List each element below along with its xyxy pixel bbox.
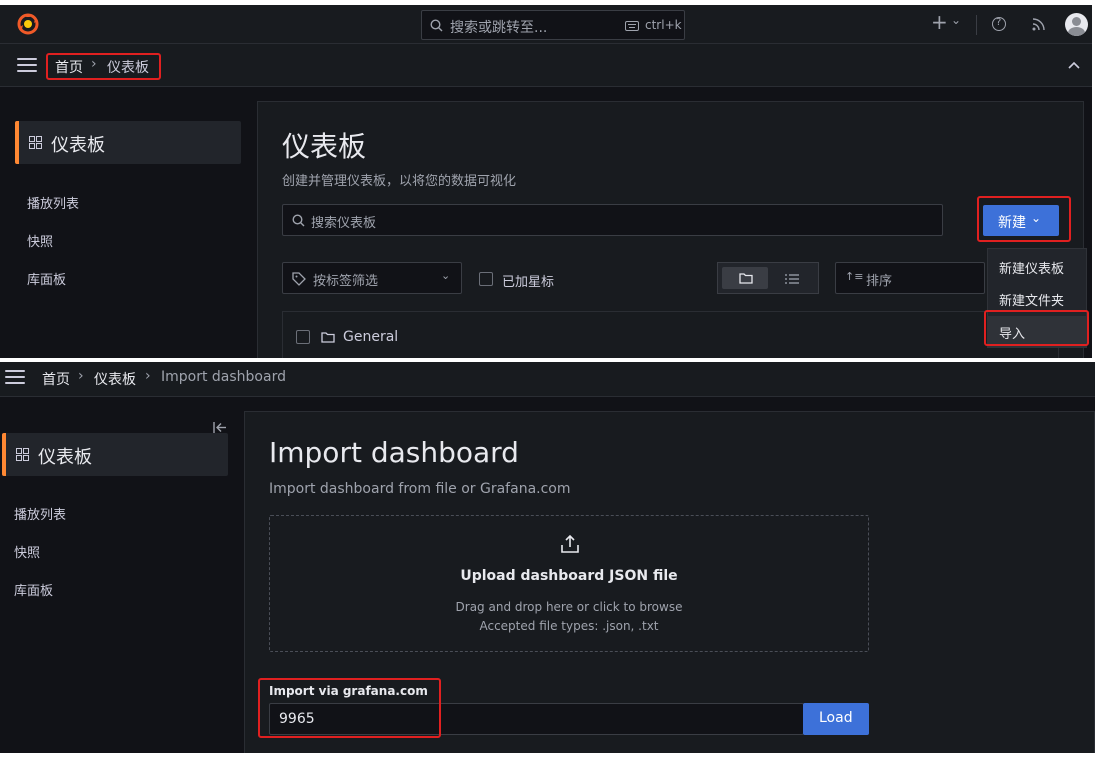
tag-icon <box>292 272 306 286</box>
highlight-new-button <box>977 196 1071 242</box>
import-screenshot: 首页 › 仪表板 › Import dashboard 仪表板 播放列表 快照 … <box>0 362 1095 753</box>
highlight-breadcrumb <box>46 53 161 80</box>
starred-label: 已加星标 <box>502 275 555 290</box>
breadcrumb-bar: 首页 › 仪表板 <box>0 44 1092 87</box>
sidebar-item-library-panels[interactable]: 库面板 <box>14 580 53 599</box>
folder-icon <box>739 273 753 284</box>
tag-filter-select[interactable]: 按标签筛选 ⌄ <box>282 262 462 294</box>
dashboards-screenshot: 搜索或跳转至... ctrl+k + ⌄ ? 首页 › 仪表板 仪表板 播放列表… <box>0 5 1092 358</box>
folder-icon <box>321 332 335 343</box>
breadcrumb-dashboards[interactable]: 仪表板 <box>94 369 136 389</box>
sidebar-item-label: 仪表板 <box>38 447 92 468</box>
dashboard-search-placeholder: 搜索仪表板 <box>311 216 377 231</box>
breadcrumb-current: Import dashboard <box>161 369 286 385</box>
grafana-logo-icon[interactable] <box>17 13 39 35</box>
page-title: 仪表板 <box>282 130 367 163</box>
accepted-types-hint: Accepted file types: .json, .txt <box>479 619 659 633</box>
global-search-input[interactable]: 搜索或跳转至... ctrl+k <box>421 10 685 40</box>
divider <box>976 15 977 35</box>
upload-icon <box>561 534 579 553</box>
dashboard-search-input[interactable]: 搜索仪表板 <box>282 204 943 236</box>
folder-checkbox[interactable] <box>296 330 310 344</box>
dock-left-icon[interactable] <box>213 422 227 433</box>
chevron-down-icon[interactable]: ⌄ <box>951 13 961 27</box>
sidebar-item-dashboards[interactable]: 仪表板 <box>15 121 241 164</box>
add-icon[interactable]: + <box>931 10 948 34</box>
chevron-down-icon: ⌄ <box>441 269 451 282</box>
breadcrumb-separator: › <box>78 368 84 384</box>
sort-select[interactable]: ↑≡ 排序 <box>835 262 985 294</box>
breadcrumb-separator: › <box>145 368 151 384</box>
avatar[interactable] <box>1065 13 1088 36</box>
view-toggle <box>717 262 819 294</box>
upload-title: Upload dashboard JSON file <box>460 568 678 584</box>
tag-filter-label: 按标签筛选 <box>313 274 379 289</box>
upload-dropzone[interactable]: Upload dashboard JSON file Drag and drop… <box>269 515 869 652</box>
breadcrumb-bar: 首页 › 仪表板 › Import dashboard <box>0 362 1095 397</box>
list-view-icon[interactable] <box>785 274 799 284</box>
chevron-up-icon[interactable] <box>1068 61 1080 69</box>
folder-name: General <box>343 329 399 345</box>
sidebar-item-snapshots[interactable]: 快照 <box>14 542 40 561</box>
menu-item-new-dashboard[interactable]: 新建仪表板 <box>999 258 1064 277</box>
page-title: Import dashboard <box>269 436 519 469</box>
load-button-label: Load <box>819 710 853 726</box>
global-search-placeholder: 搜索或跳转至... <box>450 20 548 36</box>
sidebar-item-snapshots[interactable]: 快照 <box>27 231 53 250</box>
apps-icon <box>29 136 42 149</box>
load-button[interactable]: Load <box>803 703 869 735</box>
sort-label: 排序 <box>866 274 893 289</box>
menu-icon[interactable] <box>17 58 37 72</box>
highlight-import-via <box>258 678 441 738</box>
help-glyph: ? <box>996 17 1002 28</box>
menu-icon[interactable] <box>5 370 25 384</box>
search-icon <box>292 214 305 227</box>
folder-view-button[interactable] <box>722 267 768 289</box>
folder-row[interactable]: General <box>282 311 1059 358</box>
sidebar-item-label: 仪表板 <box>51 135 105 156</box>
starred-checkbox[interactable] <box>479 272 493 286</box>
page-subtitle: Import dashboard from file or Grafana.co… <box>269 481 571 497</box>
shortcut-hint: ctrl+k <box>645 18 682 32</box>
search-icon <box>430 19 443 32</box>
page-subtitle: 创建并管理仪表板，以将您的数据可视化 <box>282 174 517 189</box>
sidebar-item-playlists[interactable]: 播放列表 <box>27 193 79 212</box>
sidebar-item-library-panels[interactable]: 库面板 <box>27 269 66 288</box>
highlight-import <box>984 310 1089 346</box>
sidebar-item-dashboards[interactable]: 仪表板 <box>2 433 228 476</box>
news-feed-icon[interactable] <box>1032 18 1045 31</box>
sidebar-item-playlists[interactable]: 播放列表 <box>14 504 66 523</box>
sort-icon: ↑≡ <box>845 270 864 283</box>
help-icon[interactable]: ? <box>992 17 1006 31</box>
keyboard-icon <box>625 21 639 31</box>
top-bar: 搜索或跳转至... ctrl+k + ⌄ ? <box>0 5 1092 44</box>
apps-icon <box>16 448 29 461</box>
breadcrumb-home[interactable]: 首页 <box>42 369 70 389</box>
upload-hint: Drag and drop here or click to browse <box>455 600 683 614</box>
menu-item-new-folder[interactable]: 新建文件夹 <box>999 290 1064 309</box>
